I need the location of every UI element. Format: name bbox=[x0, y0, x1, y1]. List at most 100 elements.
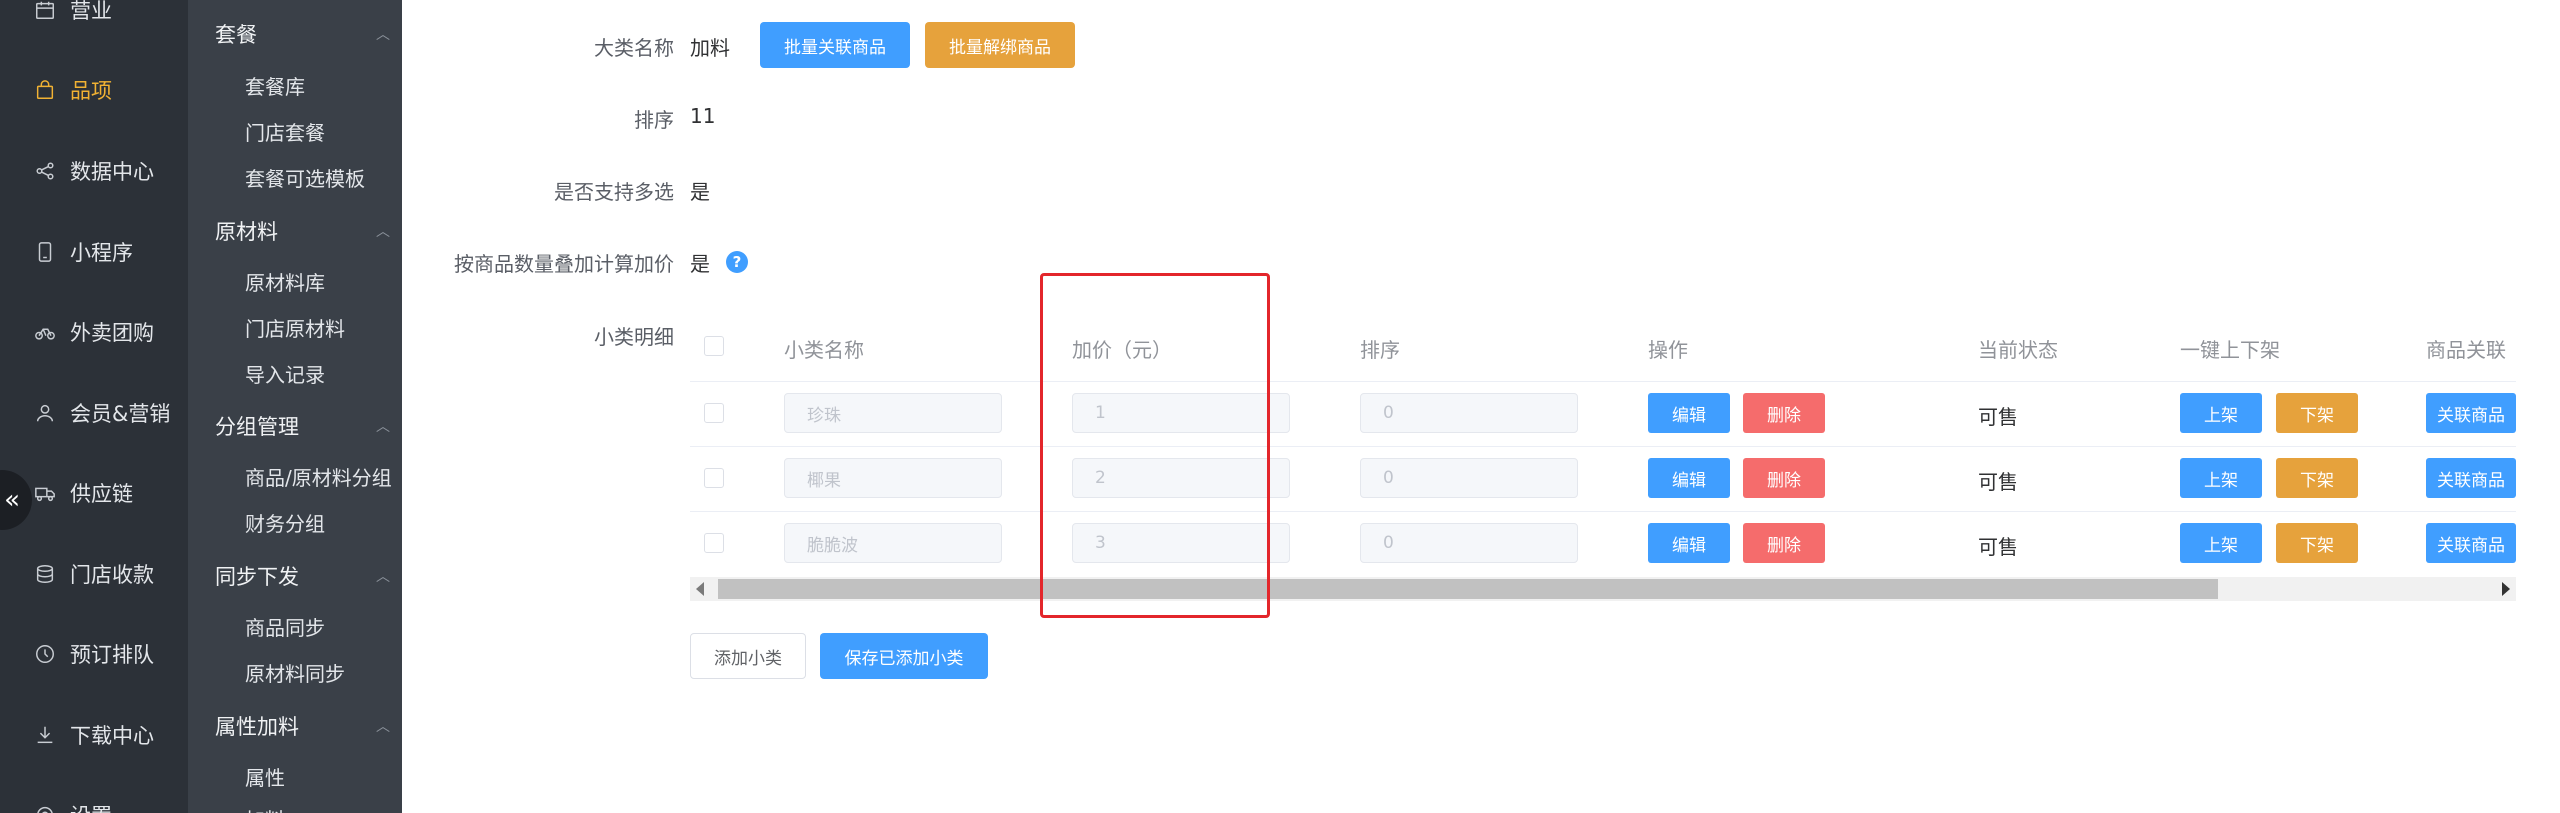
subnav-item-product-sync[interactable]: 商品同步 bbox=[245, 608, 325, 644]
on-shelf-button[interactable]: 上架 bbox=[2180, 458, 2262, 498]
row-checkbox[interactable] bbox=[704, 403, 724, 423]
nav-item-label: 外卖团购 bbox=[70, 321, 154, 345]
delete-button[interactable]: 删除 bbox=[1743, 458, 1825, 498]
subnav-group-grouping[interactable]: 分组管理 ︿ bbox=[215, 408, 390, 444]
sort-input[interactable]: 0 bbox=[1360, 458, 1578, 498]
nav-item-label: 会员&营销 bbox=[70, 402, 171, 426]
status-text: 可售 bbox=[1978, 405, 2018, 429]
share-icon bbox=[33, 159, 57, 183]
row-checkbox[interactable] bbox=[704, 468, 724, 488]
bike-icon bbox=[33, 320, 57, 344]
nav-item-label: 供应链 bbox=[70, 482, 133, 506]
edit-button[interactable]: 编辑 bbox=[1648, 523, 1730, 563]
main-nav: 营业 品项 数据中心 小程序 外卖团购 会员&营销 供应链 门店收款 预订排队 … bbox=[0, 0, 188, 813]
subnav-item-store-combo[interactable]: 门店套餐 bbox=[245, 113, 325, 149]
subnav-item-combo-library[interactable]: 套餐库 bbox=[245, 67, 305, 103]
multi-select-label: 是否支持多选 bbox=[554, 180, 674, 204]
nav-item-reservation[interactable]: 预订排队 bbox=[0, 632, 188, 676]
batch-unbind-products-button[interactable]: 批量解绑商品 bbox=[925, 22, 1075, 68]
double-chevron-left-icon: « bbox=[4, 485, 20, 515]
edit-button[interactable]: 编辑 bbox=[1648, 393, 1730, 433]
sub-name-input[interactable]: 脆脆波 bbox=[784, 523, 1002, 563]
batch-link-products-button[interactable]: 批量关联商品 bbox=[760, 22, 910, 68]
category-name-label: 大类名称 bbox=[594, 36, 674, 60]
sort-input[interactable]: 0 bbox=[1360, 523, 1578, 563]
edit-button[interactable]: 编辑 bbox=[1648, 458, 1730, 498]
nav-item-delivery[interactable]: 外卖团购 bbox=[0, 310, 188, 354]
nav-item-label: 小程序 bbox=[70, 241, 133, 265]
sub-name-input[interactable]: 珍珠 bbox=[784, 393, 1002, 433]
nav-item-store-payment[interactable]: 门店收款 bbox=[0, 552, 188, 596]
subnav-item-material-sync[interactable]: 原材料同步 bbox=[245, 654, 345, 690]
add-sub-category-button[interactable]: 添加小类 bbox=[690, 633, 806, 679]
price-input[interactable]: 3 bbox=[1072, 523, 1290, 563]
subnav-group-sync[interactable]: 同步下发 ︿ bbox=[215, 558, 390, 594]
link-products-button[interactable]: 关联商品 bbox=[2426, 523, 2516, 563]
subnav-item-attributes[interactable]: 属性 bbox=[245, 758, 285, 794]
nav-item-label: 预订排队 bbox=[70, 643, 154, 667]
stack-price-value: 是 bbox=[690, 252, 710, 276]
nav-item-members[interactable]: 会员&营销 bbox=[0, 391, 188, 435]
row-checkbox[interactable] bbox=[704, 533, 724, 553]
sort-label: 排序 bbox=[634, 108, 674, 132]
subnav-item-store-materials[interactable]: 门店原材料 bbox=[245, 309, 345, 345]
scroll-right-arrow-icon[interactable] bbox=[2502, 582, 2510, 596]
price-input[interactable]: 2 bbox=[1072, 458, 1290, 498]
row-divider bbox=[690, 446, 2516, 447]
nav-item-label: 门店收款 bbox=[70, 563, 154, 587]
delete-button[interactable]: 删除 bbox=[1743, 523, 1825, 563]
multi-select-value: 是 bbox=[690, 180, 710, 204]
on-shelf-button[interactable]: 上架 bbox=[2180, 393, 2262, 433]
sub-name-input[interactable]: 椰果 bbox=[784, 458, 1002, 498]
subnav-group-materials[interactable]: 原材料 ︿ bbox=[215, 213, 390, 249]
subnav-item-finance-groups[interactable]: 财务分组 bbox=[245, 504, 325, 540]
off-shelf-button[interactable]: 下架 bbox=[2276, 458, 2358, 498]
table-horizontal-scrollbar[interactable] bbox=[690, 577, 2516, 601]
bag-icon bbox=[33, 78, 57, 102]
chevron-up-icon: ︿ bbox=[376, 569, 390, 585]
subnav-group-attributes[interactable]: 属性加料 ︿ bbox=[215, 708, 390, 744]
select-all-checkbox[interactable] bbox=[704, 336, 724, 356]
status-text: 可售 bbox=[1978, 535, 2018, 559]
nav-item-data-center[interactable]: 数据中心 bbox=[0, 149, 188, 193]
link-products-button[interactable]: 关联商品 bbox=[2426, 458, 2516, 498]
nav-item-business[interactable]: 营业 bbox=[0, 0, 188, 32]
database-icon bbox=[33, 562, 57, 586]
delete-button[interactable]: 删除 bbox=[1743, 393, 1825, 433]
link-products-button[interactable]: 关联商品 bbox=[2426, 393, 2516, 433]
column-header-shelf: 一键上下架 bbox=[2180, 338, 2280, 362]
clock-icon bbox=[33, 642, 57, 666]
sort-input[interactable]: 0 bbox=[1360, 393, 1578, 433]
price-input[interactable]: 1 bbox=[1072, 393, 1290, 433]
subnav-item-addons[interactable]: 加料 bbox=[245, 800, 285, 813]
column-header-status: 当前状态 bbox=[1978, 338, 2058, 362]
off-shelf-button[interactable]: 下架 bbox=[2276, 523, 2358, 563]
column-header-name: 小类名称 bbox=[784, 338, 864, 362]
scroll-left-arrow-icon[interactable] bbox=[696, 582, 704, 596]
off-shelf-button[interactable]: 下架 bbox=[2276, 393, 2358, 433]
subnav-item-product-groups[interactable]: 商品/原材料分组 bbox=[245, 458, 392, 494]
scrollbar-thumb[interactable] bbox=[718, 579, 2218, 599]
nav-item-settings[interactable]: 设置 bbox=[0, 793, 188, 813]
column-header-price: 加价（元） bbox=[1072, 338, 1172, 362]
row-divider bbox=[690, 511, 2516, 512]
column-header-action: 操作 bbox=[1648, 338, 1688, 362]
phone-icon bbox=[33, 240, 57, 264]
subnav-item-import-records[interactable]: 导入记录 bbox=[245, 355, 325, 391]
nav-item-mini-program[interactable]: 小程序 bbox=[0, 230, 188, 274]
on-shelf-button[interactable]: 上架 bbox=[2180, 523, 2262, 563]
subnav-group-label: 属性加料 bbox=[215, 715, 299, 739]
calendar-icon bbox=[33, 0, 57, 22]
subnav-group-label: 原材料 bbox=[215, 220, 278, 244]
row-divider bbox=[690, 381, 2516, 382]
help-icon[interactable]: ? bbox=[726, 251, 748, 273]
subnav-item-material-library[interactable]: 原材料库 bbox=[245, 263, 325, 299]
nav-item-download-center[interactable]: 下载中心 bbox=[0, 713, 188, 757]
chevron-up-icon: ︿ bbox=[376, 224, 390, 240]
sort-value: 11 bbox=[690, 104, 716, 128]
column-header-sort: 排序 bbox=[1360, 338, 1400, 362]
save-sub-categories-button[interactable]: 保存已添加小类 bbox=[820, 633, 988, 679]
truck-icon bbox=[33, 481, 57, 505]
nav-item-label: 设置 bbox=[70, 800, 112, 813]
nav-item-products[interactable]: 品项 bbox=[0, 68, 188, 112]
